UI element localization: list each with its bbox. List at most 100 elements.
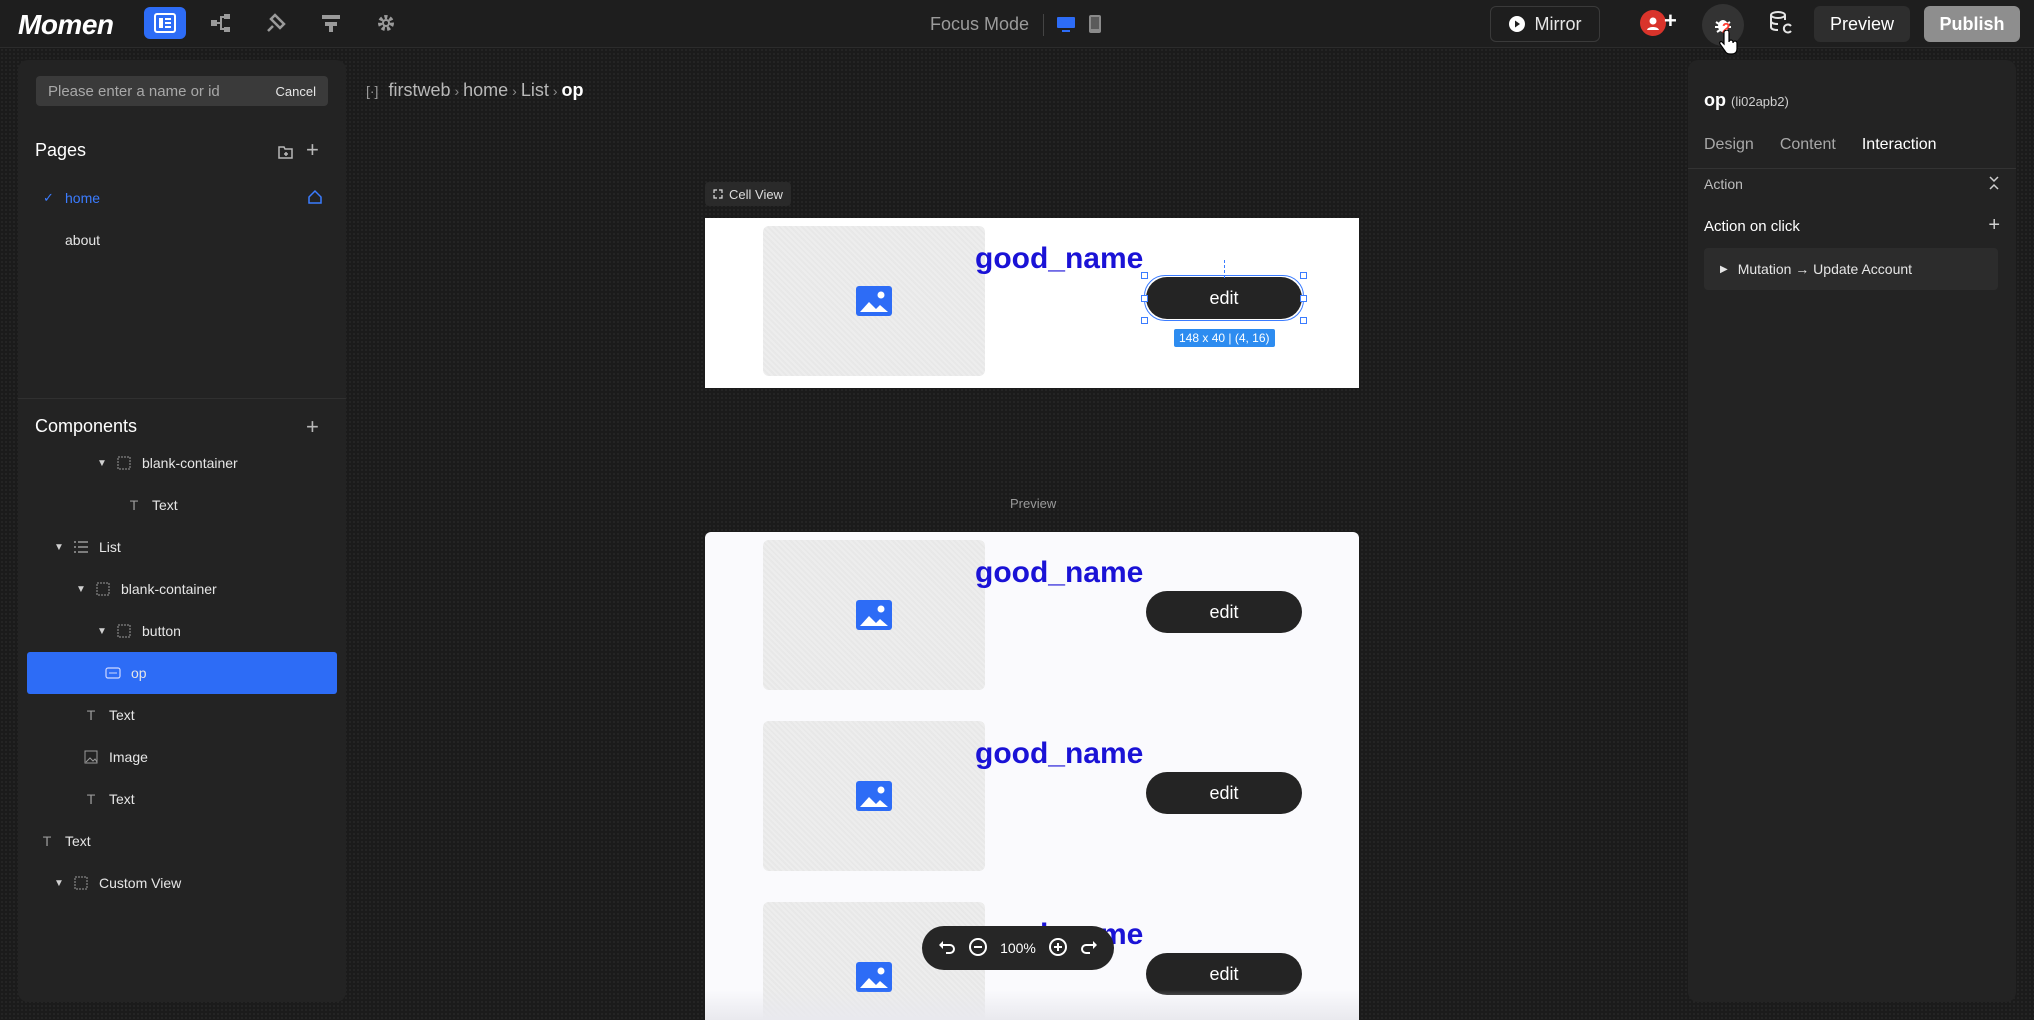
actionflow-icon[interactable] <box>310 7 352 39</box>
tree-item[interactable]: T Text <box>27 778 337 820</box>
tree-item-label: Text <box>109 791 135 807</box>
tree-item[interactable]: T Text <box>27 694 337 736</box>
components-title: Components <box>35 416 138 436</box>
resize-handle[interactable] <box>1141 317 1148 324</box>
publish-button[interactable]: Publish <box>1924 6 2020 42</box>
add-component-icon[interactable]: + <box>306 416 319 438</box>
tree-item[interactable]: ▼ Custom View <box>27 862 337 904</box>
zoom-out-icon[interactable] <box>968 937 988 960</box>
tree-item[interactable]: ▼ blank-container <box>27 568 337 610</box>
item-title: good_name <box>975 737 1144 770</box>
caret-down-icon[interactable]: ▼ <box>53 542 65 553</box>
tree-item-selected[interactable]: op <box>27 652 337 694</box>
caret-down-icon[interactable]: ▼ <box>53 878 65 889</box>
mirror-label: Mirror <box>1534 13 1582 34</box>
resize-handle[interactable] <box>1141 295 1148 302</box>
page-item-about[interactable]: about <box>35 225 329 255</box>
tree-item[interactable]: ▼ button <box>27 610 337 652</box>
caret-down-icon[interactable]: ▼ <box>75 584 87 595</box>
collapse-icon[interactable] <box>1988 176 2000 193</box>
resize-handle[interactable] <box>1141 272 1148 279</box>
bottom-fade <box>705 990 1359 1020</box>
tree-item-label: Text <box>109 707 135 723</box>
user-avatar[interactable] <box>1640 10 1666 36</box>
breadcrumb-item[interactable]: firstweb <box>388 80 450 101</box>
data-model-icon[interactable] <box>200 7 242 39</box>
breadcrumb-item[interactable]: List <box>521 80 549 101</box>
image-icon <box>856 286 892 316</box>
right-panel: op (li02apb2) Design Content Interaction… <box>1688 60 2016 1002</box>
edit-button[interactable]: edit <box>1146 772 1302 814</box>
page-item-home[interactable]: ✓ home <box>35 183 329 213</box>
redo-icon[interactable] <box>1080 940 1098 957</box>
home-icon[interactable] <box>307 189 323 208</box>
zoom-in-icon[interactable] <box>1048 937 1068 960</box>
breadcrumb-item-current[interactable]: op <box>562 80 584 101</box>
database-icon[interactable] <box>1768 10 1794 41</box>
zoom-controls: 100% <box>922 926 1114 970</box>
tree-item[interactable]: Image <box>27 736 337 778</box>
action-item-label: Mutation → Update Account <box>1737 261 1913 277</box>
tab-content[interactable]: Content <box>1780 136 1836 154</box>
action-on-click-label: Action on click <box>1704 218 1800 235</box>
plugin-icon[interactable] <box>255 7 297 39</box>
action-item[interactable]: ▶ Mutation → Update Account <box>1704 248 1998 290</box>
pages-nav-icon[interactable] <box>144 7 186 39</box>
edit-button[interactable]: edit <box>1146 953 1302 995</box>
code-brackets-icon[interactable]: [·] <box>366 83 378 99</box>
focus-mode-toggle[interactable]: Focus Mode <box>930 14 1029 35</box>
property-tabs: Design Content Interaction <box>1704 136 1937 154</box>
tab-design[interactable]: Design <box>1704 136 1754 154</box>
image-placeholder[interactable] <box>763 540 985 690</box>
cell-view-label: Cell View <box>729 186 783 202</box>
zoom-level[interactable]: 100% <box>1000 940 1036 956</box>
resize-handle[interactable] <box>1300 295 1307 302</box>
app-logo[interactable]: Momen <box>18 9 114 41</box>
text-icon: T <box>129 497 139 513</box>
container-icon <box>116 623 132 639</box>
edit-button[interactable]: edit <box>1146 591 1302 633</box>
breadcrumb-item[interactable]: home <box>463 80 508 101</box>
component-name-heading: op (li02apb2) <box>1704 90 1789 111</box>
check-icon: ✓ <box>43 190 54 205</box>
pages-title: Pages <box>35 140 87 160</box>
resize-handle[interactable] <box>1300 317 1307 324</box>
search-input[interactable] <box>48 82 248 100</box>
add-folder-icon[interactable] <box>278 142 294 164</box>
preview-button[interactable]: Preview <box>1814 6 1910 42</box>
add-page-icon[interactable]: + <box>306 139 319 161</box>
caret-right-icon[interactable]: ▶ <box>1720 264 1728 275</box>
cell-view-toggle[interactable]: Cell View <box>705 182 791 206</box>
desktop-device-icon[interactable] <box>1056 14 1076 39</box>
item-title[interactable]: good_name <box>975 242 1143 276</box>
invite-plus-icon[interactable]: + <box>1664 8 1677 34</box>
add-action-icon[interactable]: + <box>1988 214 2000 237</box>
caret-down-icon[interactable]: ▼ <box>96 626 108 637</box>
selection-outline <box>1144 275 1304 321</box>
mobile-device-icon[interactable] <box>1088 14 1102 39</box>
tab-interaction[interactable]: Interaction <box>1862 136 1937 154</box>
image-placeholder[interactable] <box>763 226 985 376</box>
action-section-label: Action <box>1704 176 1743 192</box>
tree-item[interactable]: ▼ List <box>27 526 337 568</box>
chevron-right-icon: › <box>512 82 517 99</box>
resize-handle[interactable] <box>1300 272 1307 279</box>
tree-item-label: button <box>142 623 181 639</box>
cancel-button[interactable]: Cancel <box>276 84 316 99</box>
tree-item-label: Text <box>152 497 178 513</box>
tree-item-label: Text <box>65 833 91 849</box>
settings-gear-icon[interactable] <box>365 7 407 39</box>
tree-item-label: List <box>99 539 121 555</box>
image-placeholder[interactable] <box>763 721 985 871</box>
tree-item-label: blank-container <box>142 455 238 471</box>
caret-down-icon[interactable]: ▼ <box>96 458 108 469</box>
tree-item[interactable]: T Text <box>27 820 337 862</box>
image-icon <box>856 600 892 630</box>
tree-item[interactable]: T Text <box>27 484 337 526</box>
selection-dimensions-label: 148 x 40 | (4, 16) <box>1174 329 1275 347</box>
preview-section-label: Preview <box>1010 496 1057 511</box>
component-name: op <box>1704 90 1726 110</box>
mirror-button[interactable]: Mirror <box>1490 6 1600 42</box>
tree-item[interactable]: ▼ blank-container <box>27 442 337 484</box>
undo-icon[interactable] <box>938 940 956 957</box>
